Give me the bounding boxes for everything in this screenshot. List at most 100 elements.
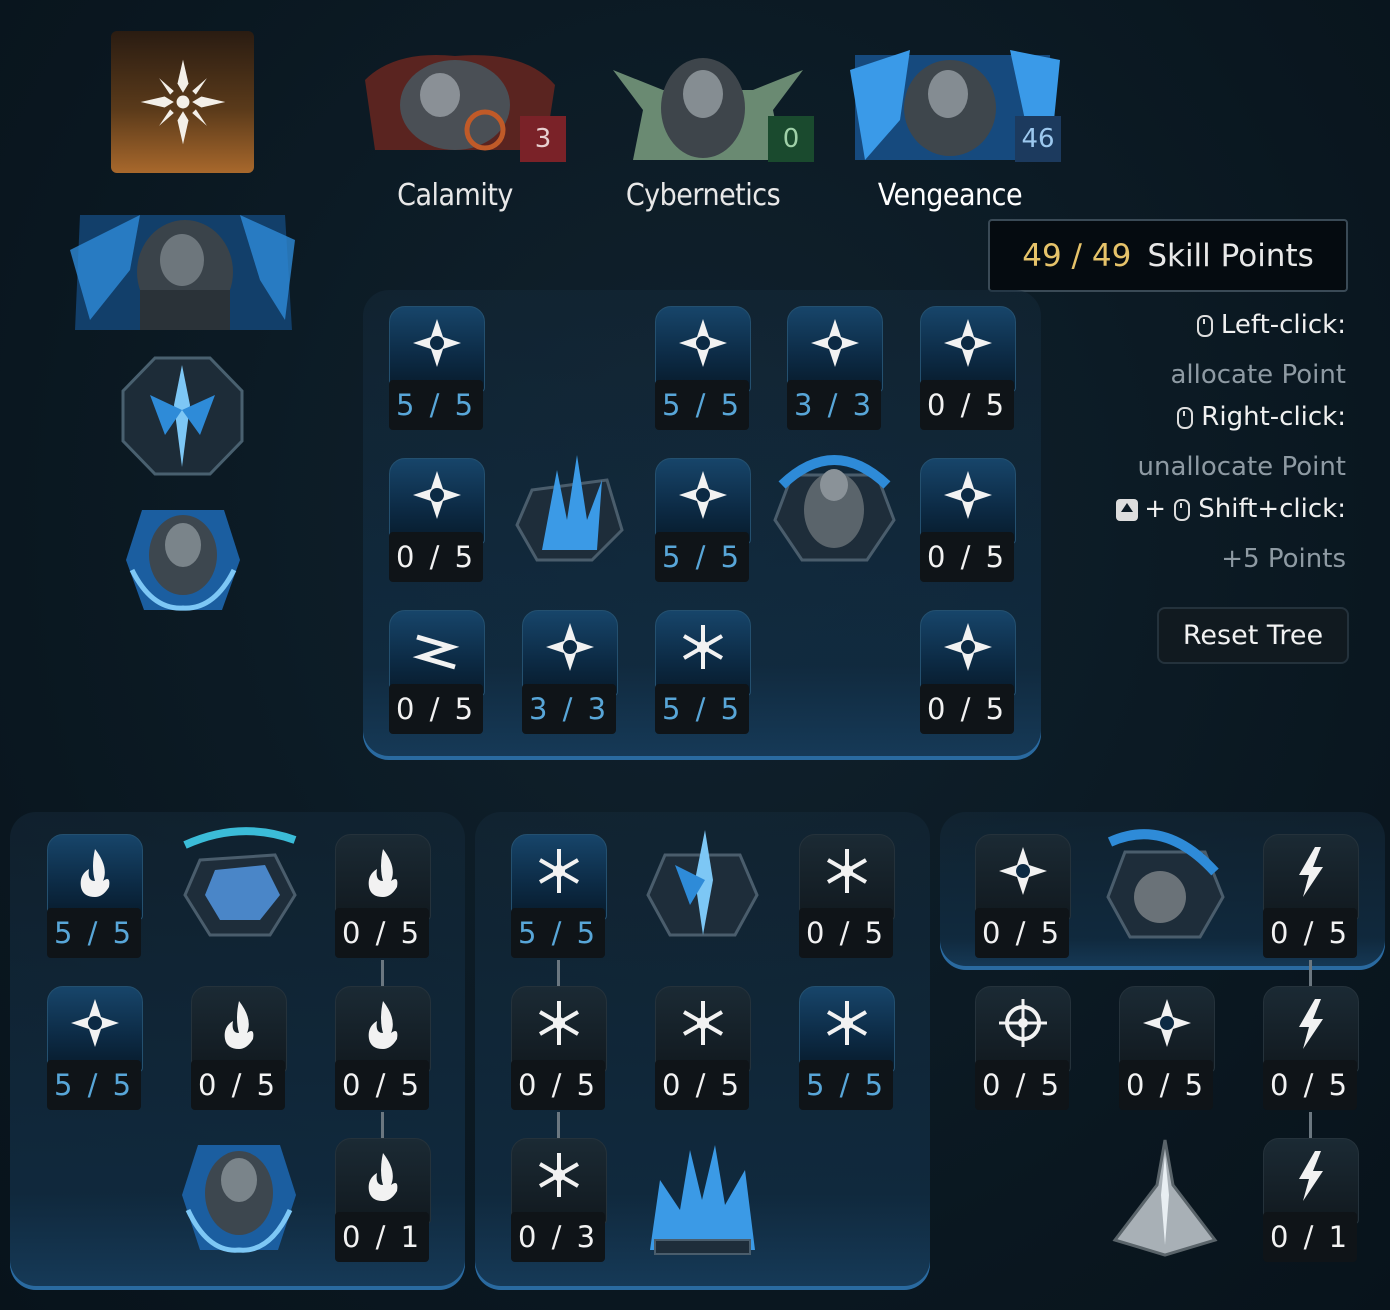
skill-node-count: 0 / 5 [1263,908,1357,958]
skill-node[interactable]: 0 / 5 [920,610,1016,734]
class-emblem[interactable] [111,31,254,173]
skill-node[interactable]: 0 / 3 [511,1138,607,1262]
blade-emblem-icon [140,59,225,145]
skill-tree-screen: 3 Calamity 0 Cybernetics 46 Vengeance 49… [0,0,1390,1310]
lightning-bolt-icon [1299,999,1323,1049]
skill-points-counter: 49 / 49 Skill Points [988,219,1348,292]
crossed-flame-icon [368,849,398,897]
left-click-desc: allocate Point [1170,360,1346,390]
crossed-badge-icon [546,623,594,671]
skill-node-count: 0 / 5 [655,1060,749,1110]
skill-node-count: 0 / 5 [389,532,483,582]
skill-node[interactable]: 5 / 5 [511,834,607,958]
tree-tab-calamity[interactable]: 3 Calamity [355,50,575,213]
mouse-icon [1174,498,1191,521]
shift-click-desc: +5 Points [1221,544,1346,574]
mouse-icon [1177,406,1194,429]
frost-flame-capstone[interactable] [640,1140,765,1258]
skill-node-count: 0 / 5 [920,532,1014,582]
sawblade-icon [811,319,859,367]
skill-node[interactable]: 0 / 5 [655,986,751,1110]
skill-node[interactable]: 0 / 5 [975,986,1071,1110]
skill-node[interactable]: 0 / 5 [1263,834,1359,958]
crystal-skill-icon[interactable] [512,450,627,565]
skill-points-used: 49 [1022,237,1062,274]
skill-node[interactable]: 5 / 5 [655,458,751,582]
left-click-label: Left-click: [1220,310,1346,340]
turret-icon [944,319,992,367]
tree-tab-vengeance[interactable]: 46 Vengeance [850,50,1070,213]
frost-halberd-skill-icon[interactable] [645,825,760,940]
skill-node[interactable]: 0 / 1 [335,1138,431,1262]
ice-shield-skill-icon[interactable] [180,825,300,940]
target-reticle-icon [999,999,1047,1047]
mouse-icon [1196,314,1213,337]
vengeance-label: Vengeance [877,178,1023,213]
skill-node[interactable]: 0 / 5 [975,834,1071,958]
grenade-hero-skill-icon[interactable] [1105,822,1225,940]
frost-dash-icon [538,1153,580,1197]
skill-node-count: 0 / 5 [975,1060,1069,1110]
campfire-icon [368,1001,398,1049]
grenade-arrow-icon [999,847,1047,895]
right-click-label: Right-click: [1201,402,1346,432]
skill-node-count: 3 / 3 [522,684,616,734]
skill-node[interactable]: 5 / 5 [799,986,895,1110]
halberd-skill-icon[interactable] [120,355,245,477]
frost-flake-icon [826,1001,868,1045]
skill-node-count: 0 / 1 [1263,1212,1357,1262]
skill-node-count: 5 / 5 [655,684,749,734]
skull-frost-icon [826,849,868,893]
flame-dash-icon [80,849,110,897]
skill-node-count: 5 / 5 [799,1060,893,1110]
skill-node[interactable]: 5 / 5 [389,306,485,430]
gear-burst-icon [413,319,461,367]
vengeance-portrait [70,210,295,335]
vengeance-blade-capstone[interactable] [1105,1135,1225,1260]
shift-plus: + [1144,494,1166,524]
skill-node[interactable]: 0 / 5 [389,458,485,582]
reset-tree-button[interactable]: Reset Tree [1157,607,1349,664]
skill-node-count: 5 / 5 [389,380,483,430]
skill-node-count: 5 / 5 [655,380,749,430]
skill-node[interactable]: 3 / 3 [522,610,618,734]
skill-points-label: Skill Points [1147,237,1314,274]
hero-pose-skill-icon[interactable] [772,445,897,563]
skill-node[interactable]: 0 / 5 [335,986,431,1110]
skill-node-count: 0 / 5 [335,908,429,958]
skill-node[interactable]: 0 / 5 [920,458,1016,582]
vengeance-points-badge: 46 [1015,116,1061,162]
frost-cross-icon [538,849,580,893]
skill-node-count: 0 / 5 [799,908,893,958]
skill-node[interactable]: 0 / 5 [511,986,607,1110]
skill-node[interactable]: 0 / 1 [1263,1138,1359,1262]
cybernetics-points-badge: 0 [768,116,814,162]
skill-node[interactable]: 0 / 5 [799,834,895,958]
tree-tab-cybernetics[interactable]: 0 Cybernetics [603,50,823,213]
skill-node[interactable]: 0 / 5 [1119,986,1215,1110]
calamity-hero-capstone[interactable] [178,1135,300,1257]
skill-node[interactable]: 0 / 5 [335,834,431,958]
badge-rifle-icon [679,471,727,519]
skill-node[interactable]: 5 / 5 [47,986,143,1110]
skill-node-count: 0 / 5 [389,684,483,734]
skill-node[interactable]: 3 / 3 [787,306,883,430]
skill-node-count: 0 / 1 [335,1212,429,1262]
skill-node-count: 0 / 5 [191,1060,285,1110]
skill-node-count: 0 / 5 [920,684,1014,734]
hero-skill-icon[interactable] [122,500,244,615]
cart-bomb-icon [944,623,992,671]
skill-node-count: 0 / 5 [335,1060,429,1110]
skill-node[interactable]: 5 / 5 [47,834,143,958]
skill-node[interactable]: 5 / 5 [655,306,751,430]
skill-node-count: 5 / 5 [47,908,141,958]
rifle-upgrade-icon [679,319,727,367]
skill-node[interactable]: 5 / 5 [655,610,751,734]
skill-node[interactable]: 0 / 5 [191,986,287,1110]
skill-node[interactable]: 0 / 5 [1263,986,1359,1110]
skill-node-count: 0 / 5 [511,1060,605,1110]
skill-node[interactable]: 0 / 5 [389,610,485,734]
calamity-label: Calamity [397,178,513,213]
skill-node[interactable]: 0 / 5 [920,306,1016,430]
skill-node-count: 3 / 3 [787,380,881,430]
